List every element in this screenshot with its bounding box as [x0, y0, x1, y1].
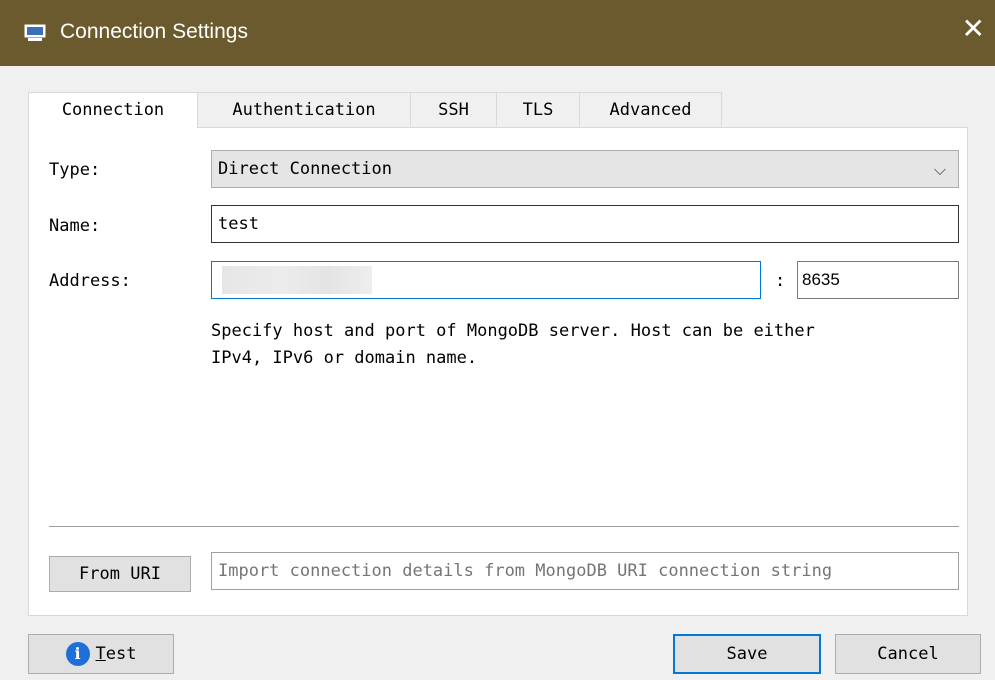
- cancel-button[interactable]: Cancel: [835, 634, 981, 674]
- divider: [49, 526, 959, 527]
- address-label: Address:: [49, 271, 131, 291]
- name-label: Name:: [49, 216, 101, 236]
- connection-panel: Type: Direct Connection ⌵ Name: test Add…: [28, 127, 968, 616]
- name-field[interactable]: test: [211, 205, 959, 243]
- test-label-rest: est: [105, 644, 137, 664]
- save-button[interactable]: Save: [673, 634, 821, 674]
- name-value: test: [218, 214, 259, 234]
- address-hint: Specify host and port of MongoDB server.…: [211, 321, 815, 368]
- tab-advanced[interactable]: Advanced: [579, 92, 722, 126]
- redacted-host: [222, 266, 372, 294]
- port-separator: :: [775, 271, 786, 291]
- chevron-down-icon: ⌵: [933, 160, 946, 179]
- tab-tls[interactable]: TLS: [496, 92, 580, 126]
- test-button[interactable]: i Test: [28, 634, 174, 674]
- close-icon[interactable]: ✕: [962, 15, 985, 43]
- type-select-value: Direct Connection: [218, 159, 392, 179]
- tab-authentication[interactable]: Authentication: [197, 92, 411, 126]
- tab-connection[interactable]: Connection: [28, 92, 198, 128]
- address-field[interactable]: [211, 261, 761, 299]
- title-bar: Connection Settings ✕: [0, 0, 995, 66]
- from-uri-button[interactable]: From URI: [49, 556, 191, 592]
- info-icon: i: [65, 642, 90, 666]
- type-select[interactable]: Direct Connection ⌵: [211, 150, 959, 188]
- port-field[interactable]: 8635: [797, 261, 959, 299]
- port-value: 8635: [802, 270, 840, 289]
- test-label-mnemonic: T: [95, 644, 106, 664]
- uri-input[interactable]: [211, 552, 959, 590]
- type-label: Type:: [49, 160, 101, 180]
- tab-ssh[interactable]: SSH: [410, 92, 497, 126]
- monitor-icon: [24, 24, 46, 41]
- window-title: Connection Settings: [60, 20, 248, 43]
